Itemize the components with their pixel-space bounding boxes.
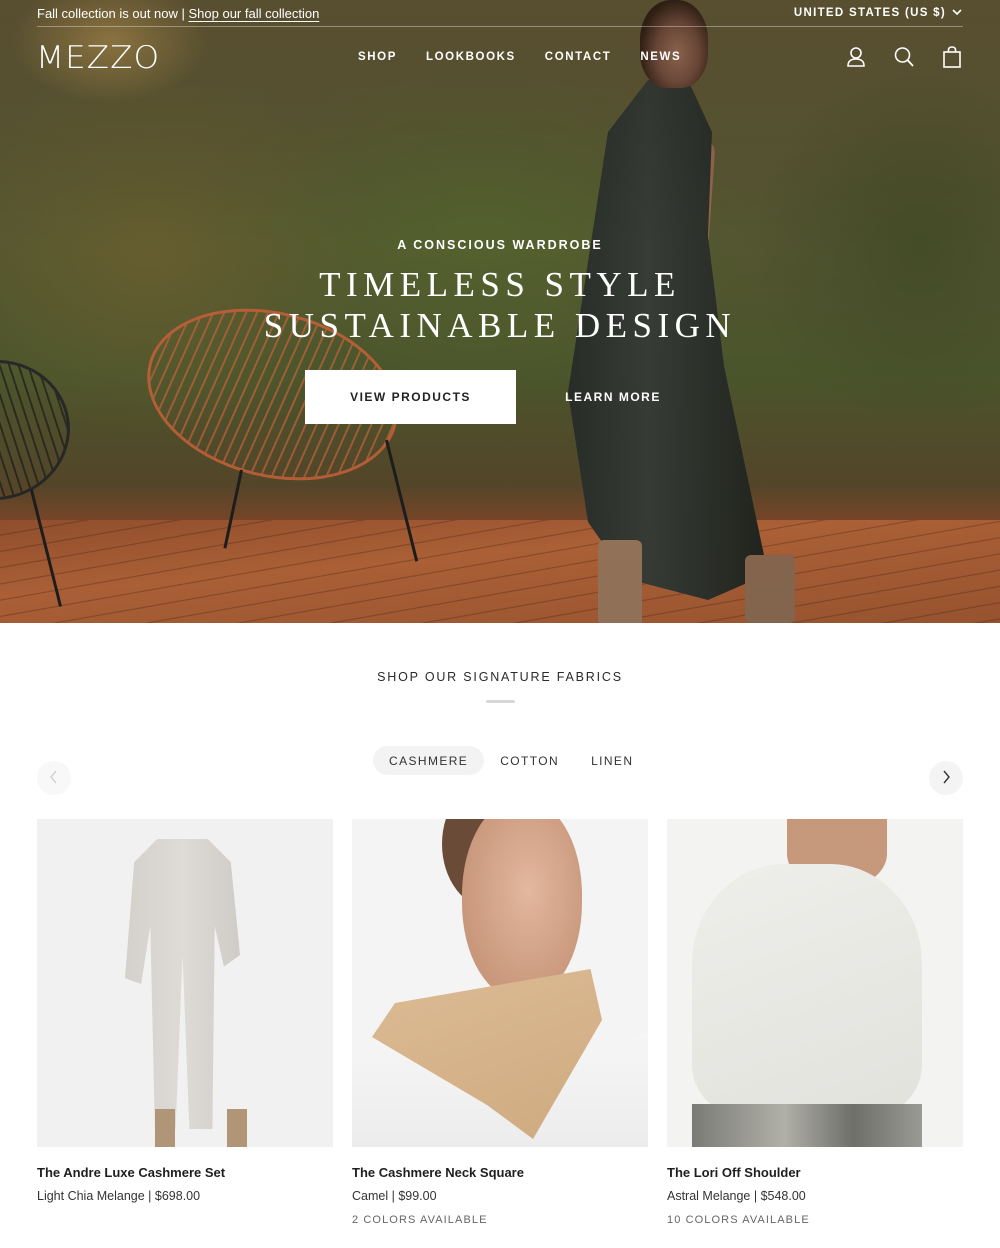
search-icon[interactable] bbox=[894, 46, 914, 68]
carousel-prev-button[interactable] bbox=[37, 761, 71, 795]
product-photo bbox=[125, 839, 240, 1129]
hero-headline-line2: SUSTAINABLE DESIGN bbox=[263, 306, 737, 345]
product-image[interactable] bbox=[352, 819, 648, 1147]
hero-headline-line1: TIMELESS STYLE bbox=[319, 265, 681, 304]
announcement-bar: Fall collection is out now | Shop our fa… bbox=[37, 6, 319, 21]
hero-headline: TIMELESS STYLE SUSTAINABLE DESIGN bbox=[0, 264, 1000, 346]
chevron-right-icon bbox=[941, 770, 951, 787]
chevron-left-icon bbox=[49, 770, 59, 787]
product-photo bbox=[692, 864, 922, 1114]
product-variant-price: Light Chia Melange | $698.00 bbox=[37, 1189, 201, 1203]
section-divider bbox=[486, 700, 515, 703]
announcement-text: Fall collection is out now | bbox=[37, 6, 189, 21]
product-variant-price: Camel | $99.00 bbox=[352, 1189, 437, 1203]
view-products-button[interactable]: VIEW PRODUCTS bbox=[305, 370, 516, 424]
product-image[interactable] bbox=[37, 819, 333, 1147]
product-variant-price: Astral Melange | $548.00 bbox=[667, 1189, 806, 1203]
product-card[interactable]: The Cashmere Neck Square Camel | $99.00 … bbox=[352, 819, 648, 1226]
tab-cotton[interactable]: COTTON bbox=[484, 746, 575, 775]
product-colors-available: 2 COLORS AVAILABLE bbox=[352, 1214, 488, 1226]
learn-more-button[interactable]: LEARN MORE bbox=[548, 370, 678, 424]
logo[interactable]: MEZZO bbox=[36, 40, 160, 76]
hero-eyebrow: A CONSCIOUS WARDROBE bbox=[397, 238, 603, 252]
nav-shop[interactable]: SHOP bbox=[358, 51, 397, 63]
product-photo bbox=[692, 1104, 922, 1147]
product-card[interactable]: The Lori Off Shoulder Astral Melange | $… bbox=[667, 819, 963, 1226]
nav-contact[interactable]: CONTACT bbox=[545, 51, 612, 63]
chevron-down-icon bbox=[952, 7, 962, 19]
nav-lookbooks[interactable]: LOOKBOOKS bbox=[426, 51, 516, 63]
product-name[interactable]: The Lori Off Shoulder bbox=[667, 1165, 963, 1180]
product-name[interactable]: The Cashmere Neck Square bbox=[352, 1165, 648, 1180]
product-photo bbox=[227, 1109, 247, 1147]
product-photo bbox=[462, 819, 582, 999]
country-selector[interactable]: UNITED STATES (US $) bbox=[794, 7, 962, 19]
hero-banner: Fall collection is out now | Shop our fa… bbox=[0, 0, 1000, 623]
header-divider bbox=[37, 26, 963, 27]
header-icons bbox=[846, 46, 962, 68]
tab-cashmere[interactable]: CASHMERE bbox=[373, 746, 485, 775]
carousel-next-button[interactable] bbox=[929, 761, 963, 795]
section-title: SHOP OUR SIGNATURE FABRICS bbox=[377, 670, 623, 684]
country-label: UNITED STATES (US $) bbox=[793, 7, 946, 19]
account-icon[interactable] bbox=[846, 46, 866, 68]
product-card[interactable]: The Andre Luxe Cashmere Set Light Chia M… bbox=[37, 819, 333, 1214]
announcement-link[interactable]: Shop our fall collection bbox=[189, 6, 320, 21]
product-colors-available: 10 COLORS AVAILABLE bbox=[667, 1214, 810, 1226]
fabric-tabs: CASHMERE COTTON LINEN bbox=[373, 746, 649, 775]
tab-linen[interactable]: LINEN bbox=[575, 746, 649, 775]
cart-icon[interactable] bbox=[942, 46, 962, 68]
nav-news[interactable]: NEWS bbox=[640, 51, 681, 63]
product-photo bbox=[155, 1109, 175, 1147]
product-name[interactable]: The Andre Luxe Cashmere Set bbox=[37, 1165, 333, 1180]
product-image[interactable] bbox=[667, 819, 963, 1147]
main-nav: SHOP LOOKBOOKS CONTACT NEWS bbox=[358, 51, 710, 63]
